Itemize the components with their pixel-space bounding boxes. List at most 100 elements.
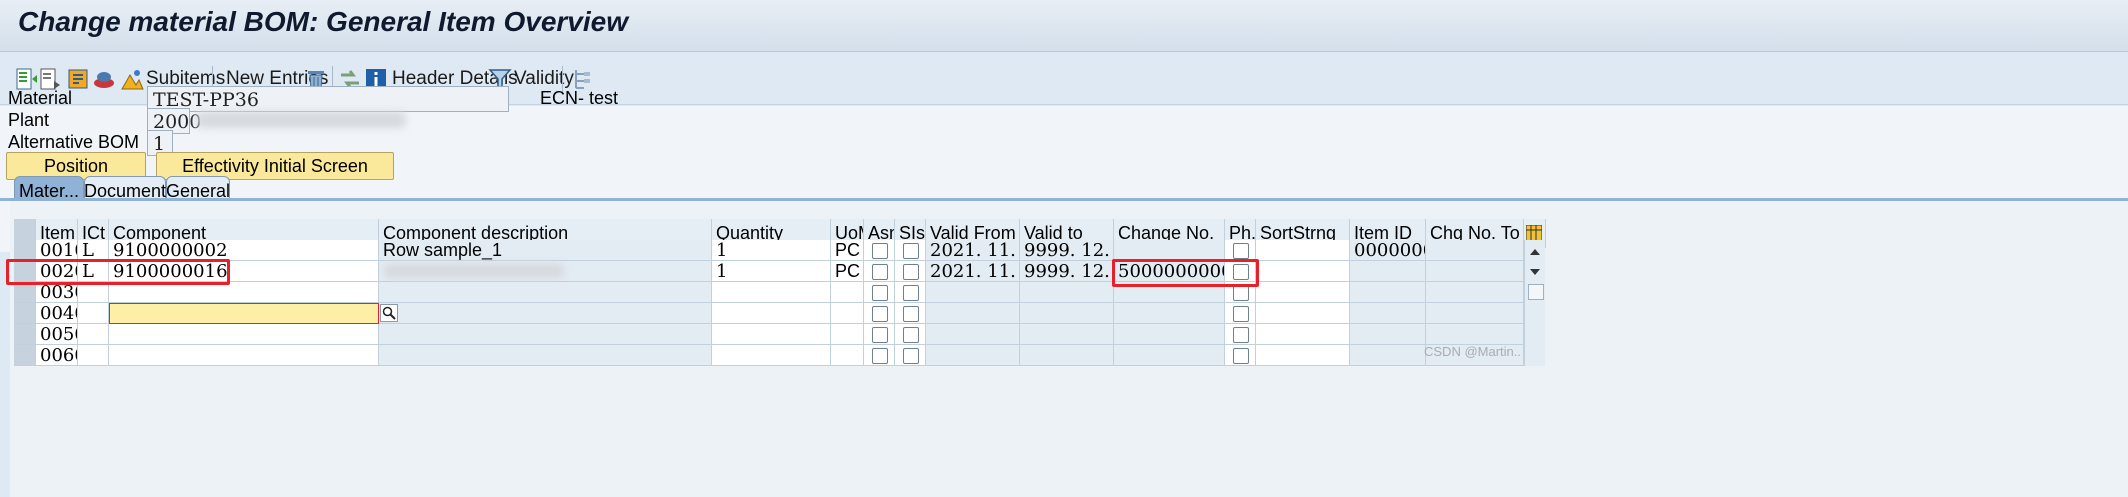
checkbox[interactable] [903,327,919,343]
cell-component[interactable] [109,345,379,366]
cell-valid-from[interactable] [926,282,1020,303]
row-selector[interactable] [14,303,36,324]
cell-item[interactable]: 0060 [36,345,78,366]
cell-desc[interactable] [379,324,712,345]
checkbox[interactable] [1233,285,1249,301]
cell-qty[interactable] [712,282,831,303]
checkbox[interactable] [903,306,919,322]
scroll-thumb[interactable] [1528,284,1544,300]
cell-sis[interactable] [895,345,926,366]
cell-item-id[interactable] [1350,303,1426,324]
cell-item-id[interactable] [1350,282,1426,303]
cell-valid-to[interactable] [1020,282,1114,303]
check-icon[interactable] [92,65,116,93]
cell-valid-to[interactable] [1020,345,1114,366]
cell-chgto[interactable] [1426,282,1524,303]
checkbox[interactable] [1233,243,1249,259]
cell-change-no[interactable] [1114,303,1225,324]
checkbox[interactable] [872,264,888,280]
checkbox[interactable] [1233,348,1249,364]
cell-uom[interactable] [831,345,864,366]
cell-item[interactable]: 0030 [36,282,78,303]
checkbox[interactable] [903,348,919,364]
cell-chgto[interactable] [1426,240,1524,261]
cell-ph[interactable] [1225,240,1256,261]
checkbox[interactable] [903,285,919,301]
cell-valid-to[interactable]: 9999. 12. 31 [1020,240,1114,261]
cell-component[interactable] [109,324,379,345]
checkbox[interactable] [872,285,888,301]
checkbox[interactable] [903,243,919,259]
cell-ph[interactable] [1225,324,1256,345]
cell-chgto[interactable] [1426,261,1524,282]
cell-uom[interactable] [831,303,864,324]
cell-sort[interactable] [1256,240,1350,261]
cell-component[interactable]: 9100000002 [109,240,379,261]
checkbox[interactable] [872,348,888,364]
search-help-icon[interactable] [380,304,398,322]
cell-sis[interactable] [895,324,926,345]
checkbox[interactable] [872,306,888,322]
material-field[interactable]: TEST-PP36 [147,86,509,112]
cell-qty[interactable] [712,303,831,324]
cell-chgto[interactable] [1426,324,1524,345]
cell-uom[interactable]: PC [831,261,864,282]
cell-asm[interactable] [864,303,895,324]
checkbox[interactable] [872,243,888,259]
row-selector[interactable] [14,324,36,345]
cell-desc[interactable]: Row sample_1 [379,240,712,261]
row-selector[interactable] [14,240,36,261]
cell-valid-to[interactable]: 9999. 12. 31 [1020,261,1114,282]
cell-valid-from[interactable]: 2021. 11. 11 [926,240,1020,261]
cell-asm[interactable] [864,240,895,261]
cell-change-no[interactable] [1114,324,1225,345]
cell-item-id[interactable]: 00000001 [1350,240,1426,261]
checkbox[interactable] [903,264,919,280]
cell-sort[interactable] [1256,303,1350,324]
cell-qty[interactable]: 1 [712,240,831,261]
cell-valid-from[interactable]: 2021. 11. 25 [926,261,1020,282]
cell-desc[interactable] [379,345,712,366]
cell-ict[interactable] [78,345,109,366]
cell-valid-from[interactable] [926,345,1020,366]
cell-chgto[interactable] [1426,303,1524,324]
cell-asm[interactable] [864,282,895,303]
cell-uom[interactable] [831,324,864,345]
component-input-active[interactable] [109,303,379,324]
checkbox[interactable] [1233,327,1249,343]
vertical-scrollbar[interactable] [1524,240,1545,366]
cell-desc[interactable] [379,282,712,303]
cell-item[interactable]: 0050 [36,324,78,345]
cell-ict[interactable] [78,282,109,303]
cell-valid-from[interactable] [926,303,1020,324]
cell-sis[interactable] [895,303,926,324]
cell-item[interactable]: 0040 [36,303,78,324]
cell-change-no[interactable] [1114,345,1225,366]
cell-item-id[interactable] [1350,345,1426,366]
row-selector[interactable] [14,282,36,303]
cell-change-no[interactable] [1114,240,1225,261]
cell-uom[interactable] [831,282,864,303]
cell-valid-to[interactable] [1020,303,1114,324]
cell-item-id[interactable] [1350,261,1426,282]
cell-sis[interactable] [895,261,926,282]
cell-valid-from[interactable] [926,324,1020,345]
cell-asm[interactable] [864,324,895,345]
checkbox[interactable] [872,327,888,343]
cell-sort[interactable] [1256,324,1350,345]
cell-item[interactable]: 0010 [36,240,78,261]
checkbox[interactable] [1233,306,1249,322]
cell-uom[interactable]: PC [831,240,864,261]
cell-component[interactable] [109,282,379,303]
cell-ict[interactable] [78,303,109,324]
cell-sis[interactable] [895,240,926,261]
cell-qty[interactable] [712,324,831,345]
cell-sort[interactable] [1256,282,1350,303]
cell-qty[interactable]: 1 [712,261,831,282]
cell-ict[interactable]: L [78,240,109,261]
cell-desc[interactable] [379,303,712,324]
cell-ph[interactable] [1225,345,1256,366]
cell-sort[interactable] [1256,261,1350,282]
cell-sis[interactable] [895,282,926,303]
cell-ph[interactable] [1225,303,1256,324]
